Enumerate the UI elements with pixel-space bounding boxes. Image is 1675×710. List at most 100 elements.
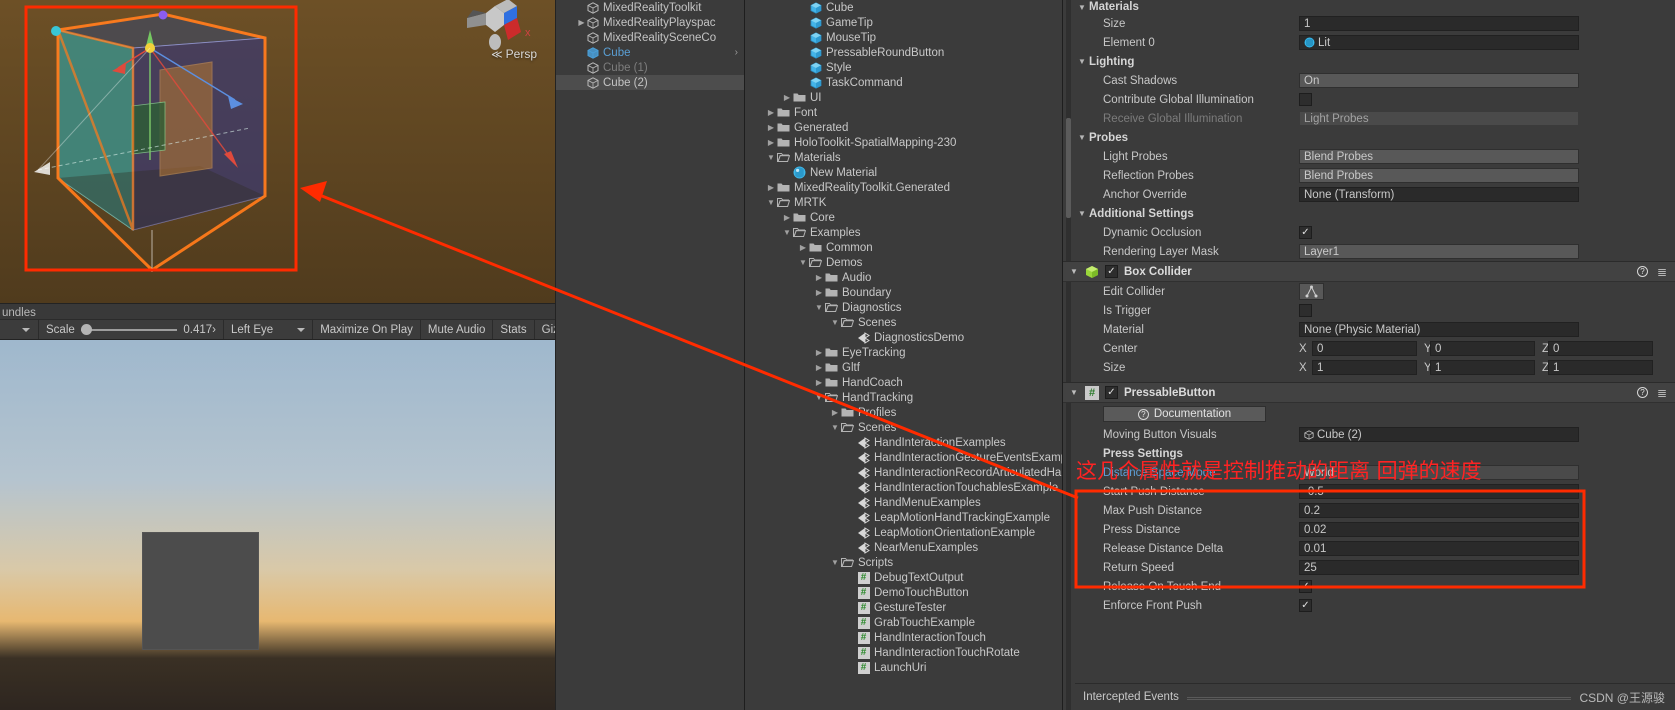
light-probes-dropdown[interactable]: Blend Probes [1299,149,1579,164]
chevron-right-icon[interactable]: ▶ [813,288,825,297]
materials-foldout[interactable]: ▼ Materials [1075,0,1675,14]
project-item-core[interactable]: ▶ Core [745,210,1062,225]
hierarchy-item-mixedrealitytoolkit[interactable]: ▶MixedRealityToolkit [556,0,744,15]
chevron-down-icon[interactable]: ▼ [765,153,777,162]
help-icon[interactable]: ? [1636,387,1648,398]
project-item-taskcommand[interactable]: ▶TaskCommand [745,75,1062,90]
project-item-new-material[interactable]: ▶New Material [745,165,1062,180]
project-item-diagnostics[interactable]: ▼ Diagnostics [745,300,1062,315]
project-item-holotoolkit-spatialmapping-230[interactable]: ▶ HoloToolkit-SpatialMapping-230 [745,135,1062,150]
chevron-down-icon[interactable]: ▼ [797,258,809,267]
project-item-debugtextoutput[interactable]: ▶#DebugTextOutput [745,570,1062,585]
return-speed-field[interactable]: 25 [1299,560,1579,575]
hierarchy-item-cube-1[interactable]: ▶Cube (1) [556,60,744,75]
project-item-demotouchbutton[interactable]: ▶#DemoTouchButton [745,585,1062,600]
chevron-down-icon[interactable]: ▼ [813,393,825,402]
project-item-style[interactable]: ▶Style [745,60,1062,75]
edit-collider-button[interactable] [1299,283,1324,300]
chevron-right-icon[interactable]: ▶ [781,93,793,102]
size-y-field[interactable]: 1 [1430,360,1535,375]
chevron-down-icon[interactable]: ▼ [765,198,777,207]
project-item-gesturetester[interactable]: ▶#GestureTester [745,600,1062,615]
inspector-scrollbar-thumb[interactable] [1066,118,1071,218]
project-item-leapmotionhandtrackingexample[interactable]: ▶LeapMotionHandTrackingExample [745,510,1062,525]
is-trigger-checkbox[interactable]: ✓ [1299,304,1312,317]
project-item-leapmotionorientationexample[interactable]: ▶LeapMotionOrientationExample [745,525,1062,540]
project-item-handtracking[interactable]: ▼ HandTracking [745,390,1062,405]
enforce-front-push-checkbox[interactable]: ✓ [1299,599,1312,612]
box-collider-component-header[interactable]: ▼ ✓ Box Collider ? ≣ [1063,261,1675,282]
chevron-right-icon[interactable]: ▶ [781,213,793,222]
chevron-right-icon[interactable]: ▶ [813,378,825,387]
anchor-override-field[interactable]: None (Transform) [1299,187,1579,202]
chevron-right-icon[interactable]: ▶ [813,273,825,282]
project-item-audio[interactable]: ▶ Audio [745,270,1062,285]
project-item-scenes[interactable]: ▼ Scenes [745,315,1062,330]
chevron-right-icon[interactable]: ▶ [813,363,825,372]
display-dropdown[interactable] [0,320,39,339]
scene-projection-label[interactable]: ≪ Persp [491,47,537,61]
size-x-field[interactable]: 1 [1312,360,1417,375]
hierarchy-item-mixedrealitysceneco[interactable]: ▶MixedRealitySceneCo [556,30,744,45]
distance-space-mode-dropdown[interactable]: World [1299,465,1579,480]
help-icon[interactable]: ? [1636,266,1648,277]
project-item-handinteractiontouchablesexample[interactable]: ▶HandInteractionTouchablesExample [745,480,1062,495]
contribute-gi-checkbox[interactable]: ✓ [1299,93,1312,106]
chevron-right-icon[interactable]: ▶ [813,348,825,357]
maximize-on-play-toggle[interactable]: Maximize On Play [313,320,421,339]
chevron-right-icon[interactable]: ▶ [765,108,777,117]
cast-shadows-dropdown[interactable]: On [1299,73,1579,88]
pressable-button-enabled-checkbox[interactable]: ✓ [1105,386,1118,399]
center-y-field[interactable]: 0 [1430,341,1535,356]
project-item-generated[interactable]: ▶ Generated [745,120,1062,135]
additional-settings-foldout[interactable]: ▼ Additional Settings [1075,204,1675,223]
stats-toggle[interactable]: Stats [493,320,535,339]
size-field[interactable]: 1 [1299,16,1579,31]
chevron-right-icon[interactable]: ▶ [576,18,587,27]
project-item-mousetip[interactable]: ▶MouseTip [745,30,1062,45]
scene-view[interactable]: x ≪ Persp [0,0,555,303]
rendering-layer-mask-dropdown[interactable]: Layer1 [1299,244,1579,259]
chevron-down-icon[interactable]: ▼ [781,228,793,237]
box-collider-enabled-checkbox[interactable]: ✓ [1105,265,1118,278]
project-item-demos[interactable]: ▼ Demos [745,255,1062,270]
press-distance-field[interactable]: 0.02 [1299,522,1579,537]
chevron-down-icon[interactable]: ▼ [829,558,841,567]
project-item-font[interactable]: ▶ Font [745,105,1062,120]
project-item-scenes[interactable]: ▼ Scenes [745,420,1062,435]
project-item-handmenuexamples[interactable]: ▶HandMenuExamples [745,495,1062,510]
element0-object-field[interactable]: Lit [1299,35,1579,50]
project-item-grabtouchexample[interactable]: ▶#GrabTouchExample [745,615,1062,630]
center-z-field[interactable]: 0 [1548,341,1653,356]
max-push-distance-field[interactable]: 0.2 [1299,503,1579,518]
reflection-probes-dropdown[interactable]: Blend Probes [1299,168,1579,183]
hierarchy-item-cube[interactable]: ▶Cube› [556,45,744,60]
chevron-right-icon[interactable]: ▶ [765,138,777,147]
documentation-button[interactable]: ? Documentation [1103,406,1266,422]
inspector-scrollbar[interactable] [1066,0,1071,710]
project-panel[interactable]: ▶Cube▶GameTip▶MouseTip▶PressableRoundBut… [744,0,1062,710]
project-item-ui[interactable]: ▶ UI [745,90,1062,105]
moving-button-visuals-field[interactable]: Cube (2) [1299,427,1579,442]
project-item-materials[interactable]: ▼ Materials [745,150,1062,165]
project-item-handinteractiontouch[interactable]: ▶#HandInteractionTouch [745,630,1062,645]
project-item-handinteractiongestureeventsexamp[interactable]: ▶HandInteractionGestureEventsExamp [745,450,1062,465]
release-on-touch-end-checkbox[interactable]: ✓ [1299,580,1312,593]
project-item-boundary[interactable]: ▶ Boundary [745,285,1062,300]
hierarchy-item-overflow[interactable]: › [735,47,744,58]
chevron-right-icon[interactable]: ▶ [765,183,777,192]
project-item-launchuri[interactable]: ▶#LaunchUri [745,660,1062,675]
project-item-nearmenuexamples[interactable]: ▶NearMenuExamples [745,540,1062,555]
mute-audio-toggle[interactable]: Mute Audio [421,320,494,339]
project-item-mixedrealitytoolkit-generated[interactable]: ▶ MixedRealityToolkit.Generated [745,180,1062,195]
inspector-panel[interactable]: ▼ Materials Size 1 Element 0 Lit ▼ Light… [1062,0,1675,710]
lighting-foldout[interactable]: ▼ Lighting [1075,52,1675,71]
project-item-common[interactable]: ▶ Common [745,240,1062,255]
context-menu-icon[interactable]: ≣ [1657,386,1667,400]
project-item-eyetracking[interactable]: ▶ EyeTracking [745,345,1062,360]
scale-slider-knob[interactable] [80,324,92,335]
project-item-gametip[interactable]: ▶GameTip [745,15,1062,30]
collider-material-field[interactable]: None (Physic Material) [1299,322,1579,337]
start-push-distance-field[interactable]: -0.5 [1299,484,1579,499]
project-item-handcoach[interactable]: ▶ HandCoach [745,375,1062,390]
